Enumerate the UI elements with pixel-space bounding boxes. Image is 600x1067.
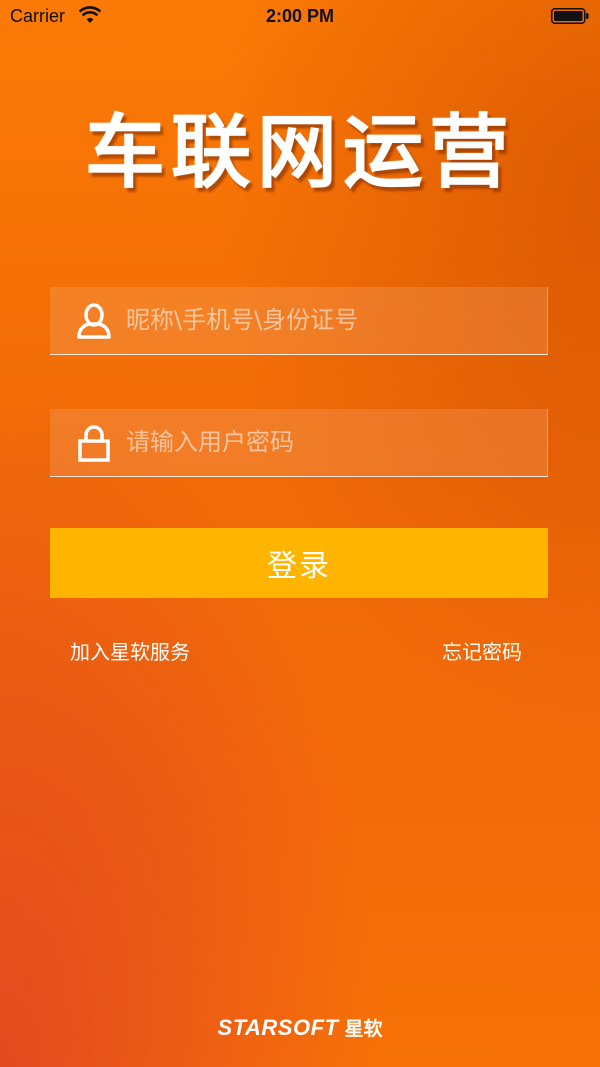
login-button[interactable]: 登录	[50, 528, 548, 598]
brand-logo-cn: 星软	[344, 1018, 383, 1040]
footer-logo: STARSOFT 星软	[0, 1014, 600, 1041]
status-bar: Carrier 2:00 PM	[0, 0, 600, 34]
forgot-password-link[interactable]: 忘记密码	[442, 636, 522, 665]
password-input[interactable]	[126, 409, 526, 475]
lock-icon	[78, 425, 110, 462]
username-input[interactable]	[126, 287, 526, 353]
brand-logo-text: STARSOFT	[217, 1015, 339, 1040]
app-title: 车联网运营	[85, 106, 515, 199]
user-icon	[77, 303, 111, 339]
password-field[interactable]	[50, 409, 548, 477]
status-time: 2:00 PM	[265, 6, 335, 26]
login-screen: Carrier 2:00 PM 车联网运营 登录 加入星软服务 忘记密码 STA	[0, 0, 600, 1067]
battery-icon	[551, 8, 589, 24]
username-field[interactable]	[50, 287, 548, 355]
join-service-link[interactable]: 加入星软服务	[70, 636, 190, 665]
